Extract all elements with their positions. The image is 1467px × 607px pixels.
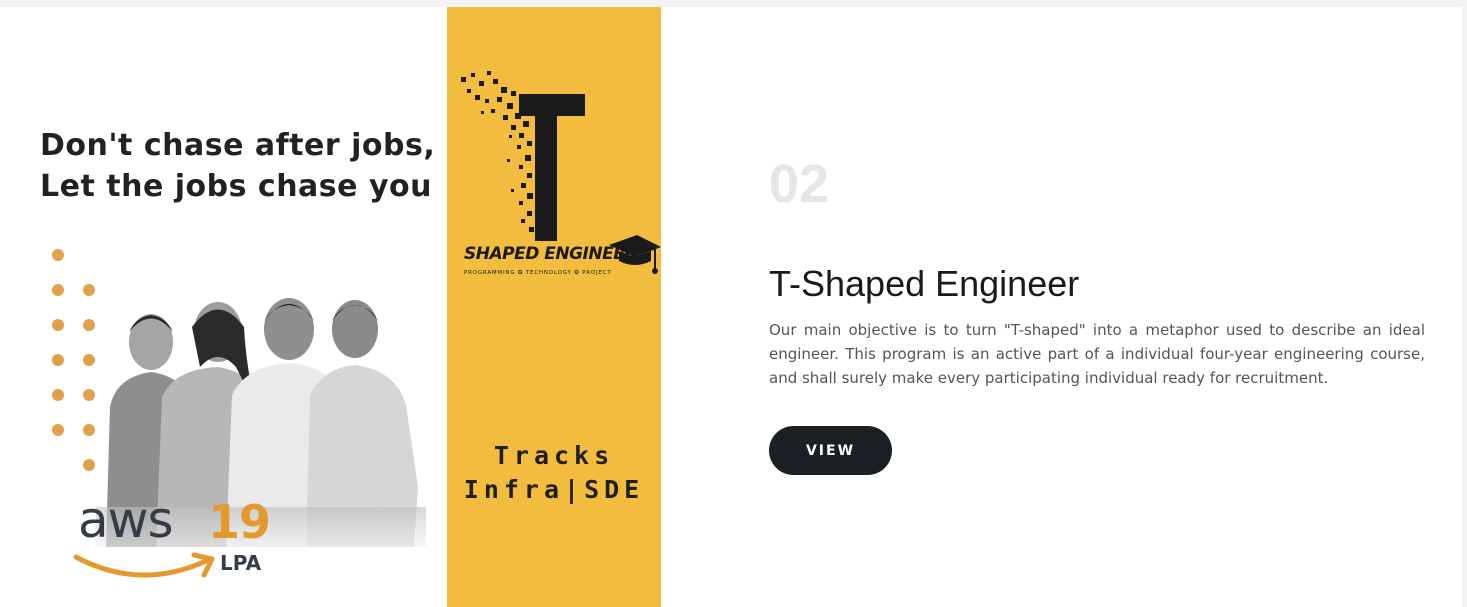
aws-smile-icon — [73, 552, 215, 578]
headline-line-1: Don't chase after jobs, — [40, 128, 436, 163]
promo-headline: Don't chase after jobs, Let the jobs cha… — [40, 125, 435, 207]
aws-logo-text: aws — [78, 491, 174, 549]
program-card: Don't chase after jobs, Let the jobs cha… — [0, 7, 1462, 607]
tracks-heading: Tracks — [493, 441, 615, 470]
tracks-list: Infra|SDE — [463, 475, 645, 504]
program-description: Our main objective is to turn "T-shaped"… — [769, 321, 1425, 387]
headline-line-2: Let the jobs chase you — [40, 169, 432, 204]
tracks-label: Tracks Infra|SDE — [447, 439, 661, 507]
package-unit: LPA — [220, 551, 262, 575]
program-title: T-Shaped Engineer — [769, 263, 1080, 304]
promo-image: Don't chase after jobs, Let the jobs cha… — [0, 7, 447, 607]
view-button[interactable]: VIEW — [769, 426, 892, 475]
program-logo-panel: SHAPED ENGINEER PROGRAMMING ✪ TECHNOLOGY… — [447, 7, 661, 607]
program-number: 02 — [769, 154, 830, 214]
brand-tagline: PROGRAMMING ✪ TECHNOLOGY ✪ PROJECT — [464, 270, 612, 276]
brand-name: SHAPED ENGINEER — [464, 244, 637, 264]
package-value: 19 — [208, 495, 271, 549]
program-details: 02 T-Shaped Engineer Our main objective … — [769, 7, 1429, 607]
